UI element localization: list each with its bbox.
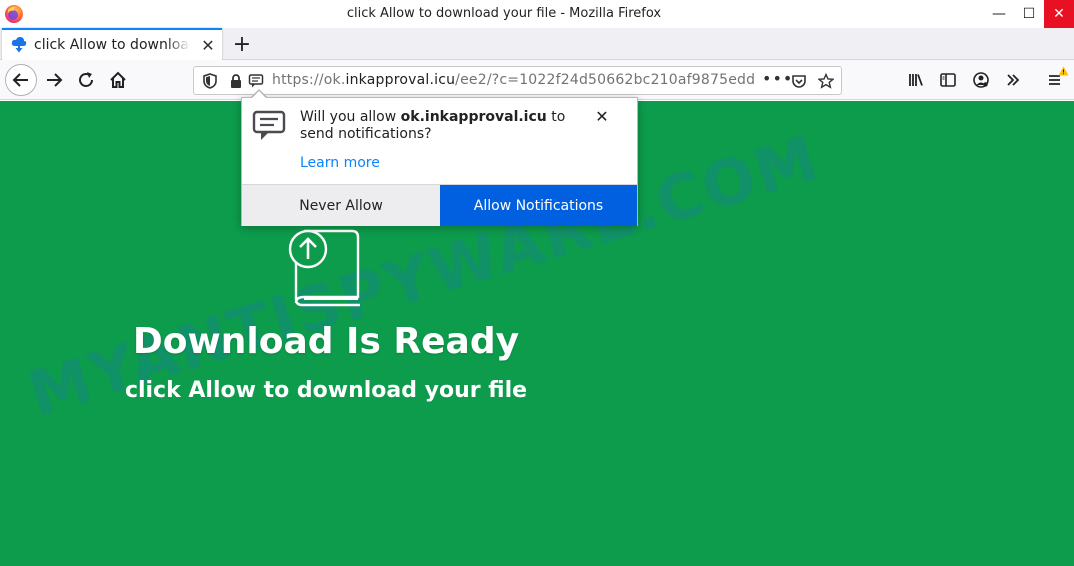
tab-active[interactable]: click Allow to download your file ✕ <box>2 28 222 60</box>
account-icon <box>973 72 989 88</box>
url-path: /ee2/?c=1022f24d50662bc210af9875edd <box>455 72 756 88</box>
forward-arrow-icon <box>47 73 63 87</box>
headline: Download Is Ready <box>132 321 520 362</box>
never-allow-button[interactable]: Never Allow <box>242 185 440 226</box>
notification-permission-popup: Will you allow ok.inkapproval.icu to sen… <box>241 97 638 226</box>
back-arrow-icon <box>12 73 28 87</box>
lock-icon[interactable] <box>228 73 244 89</box>
tab-label: click Allow to download your file <box>34 37 190 53</box>
home-icon <box>110 71 126 88</box>
notification-permission-icon[interactable] <box>248 73 264 89</box>
minimize-button[interactable]: — <box>984 0 1014 28</box>
chevron-double-right-icon <box>1007 74 1020 86</box>
reload-icon <box>79 72 93 87</box>
sidebar-button[interactable] <box>932 64 964 96</box>
close-window-button[interactable]: ✕ <box>1044 0 1074 28</box>
cloud-download-icon <box>11 37 27 53</box>
url-bar[interactable]: https://ok.inkapproval.icu/ee2/?c=1022f2… <box>193 66 842 95</box>
notification-speech-bubble-icon <box>252 110 286 140</box>
message-prefix: Will you allow <box>300 109 401 125</box>
title-bar: click Allow to download your file - Mozi… <box>0 0 1074 28</box>
permission-message: Will you allow ok.inkapproval.icu to sen… <box>300 109 590 143</box>
maximize-button[interactable]: ☐ <box>1014 0 1044 28</box>
url-scheme: https://ok. <box>272 72 346 88</box>
book-upload-icon <box>288 229 360 307</box>
home-button[interactable] <box>102 64 134 96</box>
page-actions-button[interactable]: ••• <box>762 69 793 88</box>
tracking-shield-icon[interactable] <box>202 73 218 89</box>
sidebar-icon <box>940 73 956 87</box>
back-button[interactable] <box>5 64 37 96</box>
overflow-menu-button[interactable] <box>997 64 1029 96</box>
library-icon <box>909 74 923 86</box>
popup-buttons: Never Allow Allow Notifications <box>242 184 637 226</box>
requesting-site: ok.inkapproval.icu <box>400 109 547 125</box>
tab-strip: click Allow to download your file ✕ + <box>0 28 1074 60</box>
tab-close-button[interactable]: ✕ <box>198 35 218 55</box>
url-text[interactable]: https://ok.inkapproval.icu/ee2/?c=1022f2… <box>272 72 757 88</box>
navigation-bar: https://ok.inkapproval.icu/ee2/?c=1022f2… <box>0 60 1074 100</box>
learn-more-link[interactable]: Learn more <box>300 155 380 171</box>
popup-close-button[interactable]: ✕ <box>592 106 612 126</box>
app-menu-button[interactable] <box>1039 64 1071 96</box>
new-tab-button[interactable]: + <box>230 30 254 58</box>
window-title: click Allow to download your file - Mozi… <box>346 6 662 21</box>
subline: click Allow to download your file <box>124 378 528 403</box>
popup-arrow-fill <box>251 91 267 99</box>
account-button[interactable] <box>965 64 997 96</box>
library-button[interactable] <box>900 64 932 96</box>
warning-badge-icon <box>1058 66 1069 76</box>
url-domain: inkapproval.icu <box>345 72 456 88</box>
allow-notifications-button[interactable]: Allow Notifications <box>440 185 637 226</box>
reload-button[interactable] <box>70 64 102 96</box>
forward-button[interactable] <box>38 64 70 96</box>
pocket-icon[interactable] <box>791 73 807 89</box>
bookmark-star-icon[interactable] <box>818 73 834 89</box>
